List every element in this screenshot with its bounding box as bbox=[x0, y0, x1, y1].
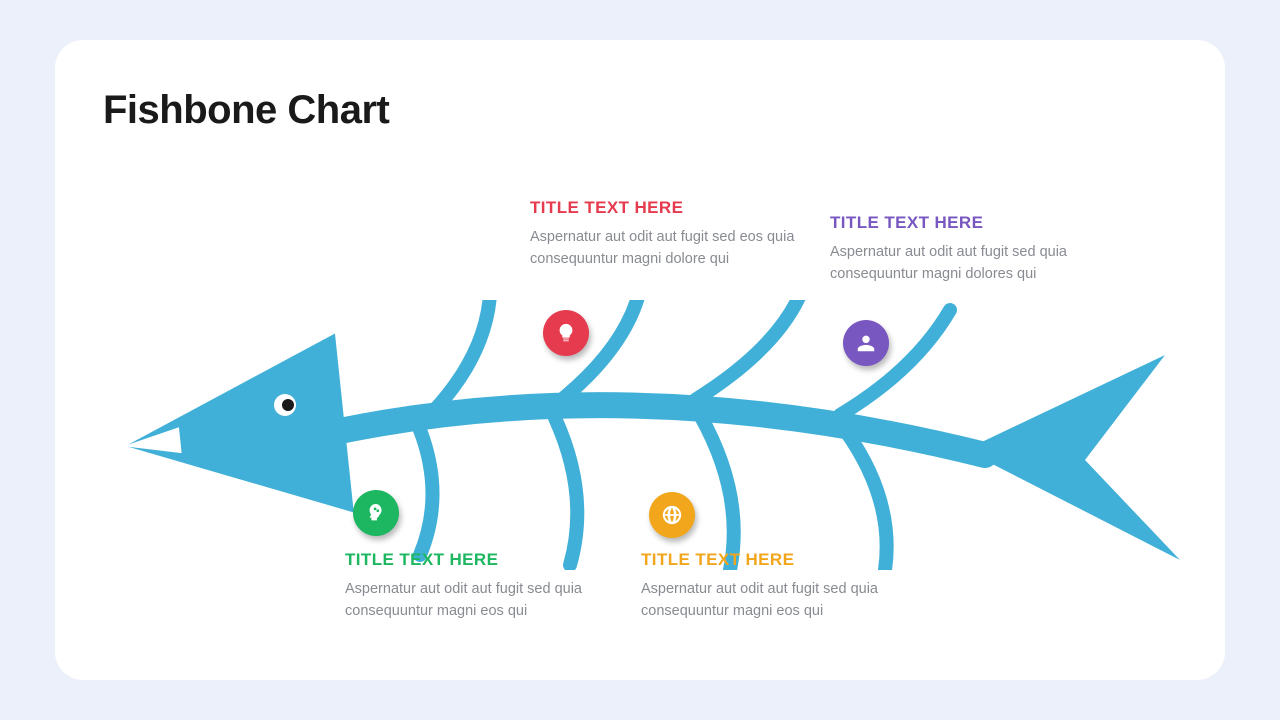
item-title: TITLE TEXT HERE bbox=[830, 213, 1120, 233]
item-body: Aspernatur aut odit aut fugit sed eos qu… bbox=[530, 226, 820, 271]
item-title: TITLE TEXT HERE bbox=[530, 198, 820, 218]
item-body: Aspernatur aut odit aut fugit sed quia c… bbox=[345, 578, 635, 623]
item-body: Aspernatur aut odit aut fugit sed quia c… bbox=[641, 578, 931, 623]
item-card: TITLE TEXT HERE Aspernatur aut odit aut … bbox=[530, 198, 820, 271]
fishbone-figure bbox=[85, 300, 1195, 570]
item-title: TITLE TEXT HERE bbox=[641, 550, 931, 570]
slide-card: Fishbone Chart bbox=[55, 40, 1225, 680]
item-card: TITLE TEXT HERE Aspernatur aut odit aut … bbox=[641, 550, 931, 623]
globe-icon bbox=[649, 492, 695, 538]
item-card: TITLE TEXT HERE Aspernatur aut odit aut … bbox=[345, 550, 635, 623]
person-icon bbox=[843, 320, 889, 366]
lightbulb-icon bbox=[543, 310, 589, 356]
item-card: TITLE TEXT HERE Aspernatur aut odit aut … bbox=[830, 213, 1120, 286]
item-body: Aspernatur aut odit aut fugit sed quia c… bbox=[830, 241, 1120, 286]
item-title: TITLE TEXT HERE bbox=[345, 550, 635, 570]
brain-head-icon bbox=[353, 490, 399, 536]
slide-title: Fishbone Chart bbox=[103, 88, 389, 133]
